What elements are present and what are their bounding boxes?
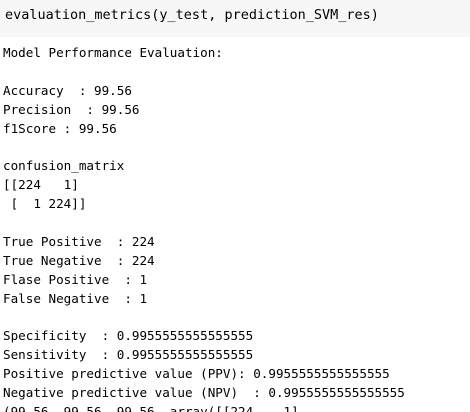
accuracy-line: Accuracy : 99.56 (3, 82, 132, 98)
confusion-matrix-row-2: [ 1 224]] (3, 196, 87, 212)
false-positive-line: Flase Positive : 1 (3, 271, 148, 287)
f1score-line: f1Score : 99.56 (3, 120, 117, 136)
confusion-matrix-row-1: [[224 1] (3, 177, 79, 193)
npv-line: Negative predictive value (NPV) : 0.9955… (3, 385, 405, 401)
code-input-area[interactable]: evaluation_metrics(y_test, prediction_SV… (0, 0, 470, 37)
notebook-cell: evaluation_metrics(y_test, prediction_SV… (0, 0, 470, 412)
precision-line: Precision : 99.56 (3, 101, 140, 117)
cell-output: Model Performance Evaluation: Accuracy :… (3, 44, 468, 412)
code-input-text[interactable]: evaluation_metrics(y_test, prediction_SV… (5, 6, 379, 24)
specificity-line: Specificity : 0.9955555555555555 (3, 328, 254, 344)
ppv-line: Positive predictive value (PPV): 0.99555… (3, 366, 390, 382)
false-negative-line: False Negative : 1 (3, 290, 148, 306)
true-positive-line: True Positive : 224 (3, 233, 155, 249)
true-negative-line: True Negative : 224 (3, 252, 155, 268)
sensitivity-line: Sensitivity : 0.9955555555555555 (3, 347, 254, 363)
confusion-matrix-title: confusion_matrix (3, 158, 125, 174)
output-heading: Model Performance Evaluation: (3, 45, 223, 60)
return-value-line: (99.56, 99.56, 99.56, array([[224, 1], (3, 403, 307, 412)
